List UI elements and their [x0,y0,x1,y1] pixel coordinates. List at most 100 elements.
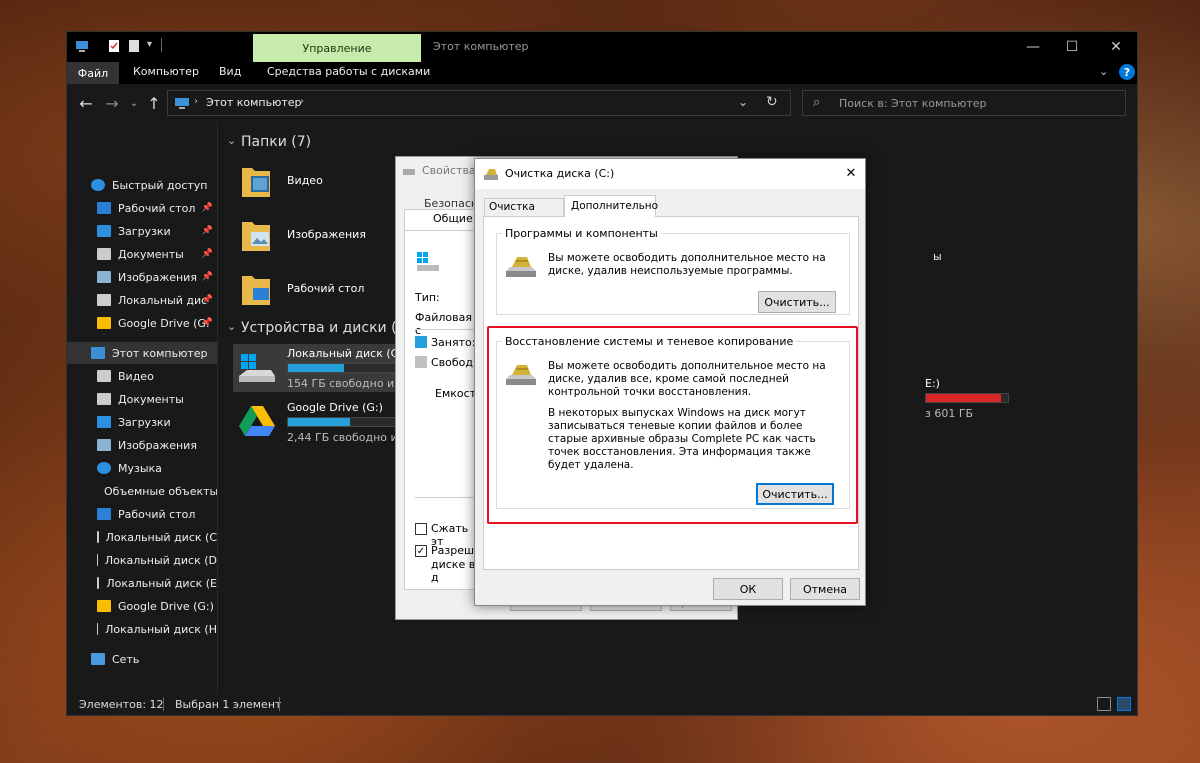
index-checkbox[interactable]: ✓ [415,545,427,557]
close-button[interactable]: ✕ [1107,38,1125,56]
star-icon [91,179,105,191]
sidebar-item[interactable]: Документы [67,388,217,410]
capacity-label: Емкост [435,387,477,400]
tiles-view-icon[interactable] [1117,697,1131,711]
google-drive-icon [239,406,275,436]
recent-dropdown-icon[interactable]: ⌄ [125,94,143,112]
forward-arrow-icon[interactable]: → [103,94,121,113]
qat-dropdown-icon[interactable]: ▾ [147,39,152,50]
sidebar-item-label: Быстрый доступ [112,178,208,192]
sidebar-item-label: Локальный диск (E [106,576,217,590]
sidebar-item[interactable]: Объемные объекты [67,480,217,502]
dialog-close-button[interactable]: ✕ [843,165,859,181]
drive-c[interactable]: Локальный диск (C:) 154 ГБ свободно из 2 [233,344,413,392]
sidebar-item[interactable]: Изображения [67,434,217,456]
ribbon-expand-icon[interactable]: ⌄ [1099,65,1108,78]
download-icon [97,416,111,428]
programs-cleanup-button[interactable]: Очистить... [758,291,836,313]
title-bar: ▾ Управление Этот компьютер — ☐ ✕ [67,32,1137,62]
sidebar-item[interactable]: Изображения 📌 [67,266,217,288]
breadcrumb[interactable]: Этот компьютер [206,96,302,109]
cancel-button[interactable]: Отмена [790,578,860,600]
divider [415,497,481,498]
collapse-chevron-icon[interactable]: ⌄ [227,134,236,147]
sidebar-item[interactable]: Видео [67,365,217,387]
new-folder-icon[interactable] [127,39,141,53]
pin-icon[interactable]: 📌 [202,226,213,236]
context-tab-manage[interactable]: Управление [253,34,421,62]
folder-video[interactable]: Видео [241,160,391,206]
tab-computer[interactable]: Компьютер [133,65,199,78]
ok-button[interactable]: ОК [713,578,783,600]
sidebar-item[interactable]: Локальный диск (E [67,572,217,594]
tab-view[interactable]: Вид [219,65,241,78]
tab-disk-cleanup[interactable]: Очистка диска [484,198,564,225]
network-icon [91,653,105,665]
sidebar-item[interactable]: Локальный диск (H [67,618,217,640]
pin-icon[interactable]: 📌 [202,203,213,213]
compress-checkbox[interactable] [415,523,427,535]
search-placeholder: Поиск в: Этот компьютер [839,97,987,110]
up-arrow-icon[interactable]: ↑ [145,94,163,113]
selection-count: Выбран 1 элемент [175,698,282,711]
highlight-frame [487,326,858,524]
drive-icon [97,294,111,306]
sidebar-item[interactable]: Документы 📌 [67,243,217,265]
drive-free-space: 2,44 ГБ свободно из [287,431,404,444]
sidebar-item[interactable]: Загрузки 📌 [67,220,217,242]
sidebar-item[interactable]: Этот компьютер [67,342,217,364]
group-title: Программы и компоненты [502,227,661,240]
window-title: Этот компьютер [433,40,529,53]
tab-more-options[interactable]: Дополнительно [564,195,658,217]
windows-drive-icon [417,252,439,271]
pin-icon[interactable]: 📌 [202,295,213,305]
refresh-icon[interactable]: ↻ [766,94,778,110]
image-icon [97,271,111,283]
drive-g[interactable]: Google Drive (G:) 2,44 ГБ свободно из [233,398,413,446]
breadcrumb-chevron-icon[interactable]: › [300,96,304,107]
breadcrumb-chevron-icon[interactable]: › [194,96,198,107]
back-arrow-icon[interactable]: ← [77,94,95,113]
sidebar-item[interactable]: Локальный диск (D [67,549,217,571]
drive-name: E:) [925,377,940,390]
tab-disk-tools[interactable]: Средства работы с дисками [267,65,430,78]
pin-icon[interactable]: 📌 [202,249,213,259]
pin-icon[interactable]: 📌 [202,272,213,282]
drive-usage-fill [288,418,350,426]
sidebar-item[interactable]: Рабочий стол [67,503,217,525]
drive-icon [97,531,99,543]
sidebar-item[interactable]: Google Drive (G:) [67,595,217,617]
tab-general[interactable]: Общие [404,209,476,231]
folders-header[interactable]: Папки (7) [241,134,311,150]
address-dropdown-icon[interactable]: ⌄ [738,95,748,109]
sidebar-item-label: Объемные объекты [104,484,217,498]
sidebar-item[interactable]: Локальный диск (C [67,526,217,548]
help-icon[interactable]: ? [1119,64,1135,80]
pin-icon[interactable]: 📌 [202,318,213,328]
sidebar-item-label: Видео [118,369,154,383]
folder-images[interactable]: Изображения [241,214,391,260]
maximize-button[interactable]: ☐ [1063,38,1081,56]
devices-header[interactable]: Устройства и диски (5) [241,320,411,336]
drive-free-space: 154 ГБ свободно из 2 [287,377,411,390]
collapse-chevron-icon[interactable]: ⌄ [227,320,236,333]
google-drive-icon [97,317,111,329]
tab-file[interactable]: Файл [67,62,119,84]
sidebar-item[interactable]: Загрузки [67,411,217,433]
sidebar-item[interactable]: Google Drive (G: 📌 [67,312,217,334]
minimize-button[interactable]: — [1024,38,1042,56]
status-bar: Элементов: 12 Выбран 1 элемент [67,694,1137,716]
details-view-icon[interactable] [1097,697,1111,711]
folder-desktop[interactable]: Рабочий стол [241,268,391,314]
search-input[interactable]: ⌕ Поиск в: Этот компьютер [802,90,1126,116]
music-icon [97,462,111,474]
sidebar-item[interactable]: Сеть [67,648,217,670]
address-bar[interactable]: › Этот компьютер › ⌄ ↻ [167,90,791,116]
properties-icon[interactable] [107,39,121,53]
sidebar-item[interactable]: Быстрый доступ [67,174,217,196]
sidebar-item[interactable]: Локальный дис 📌 [67,289,217,311]
folder-name-partial: ы [933,250,942,263]
sidebar-item[interactable]: Рабочий стол 📌 [67,197,217,219]
drive-e[interactable]: E:) з 601 ГБ [925,374,1025,422]
sidebar-item[interactable]: Музыка [67,457,217,479]
